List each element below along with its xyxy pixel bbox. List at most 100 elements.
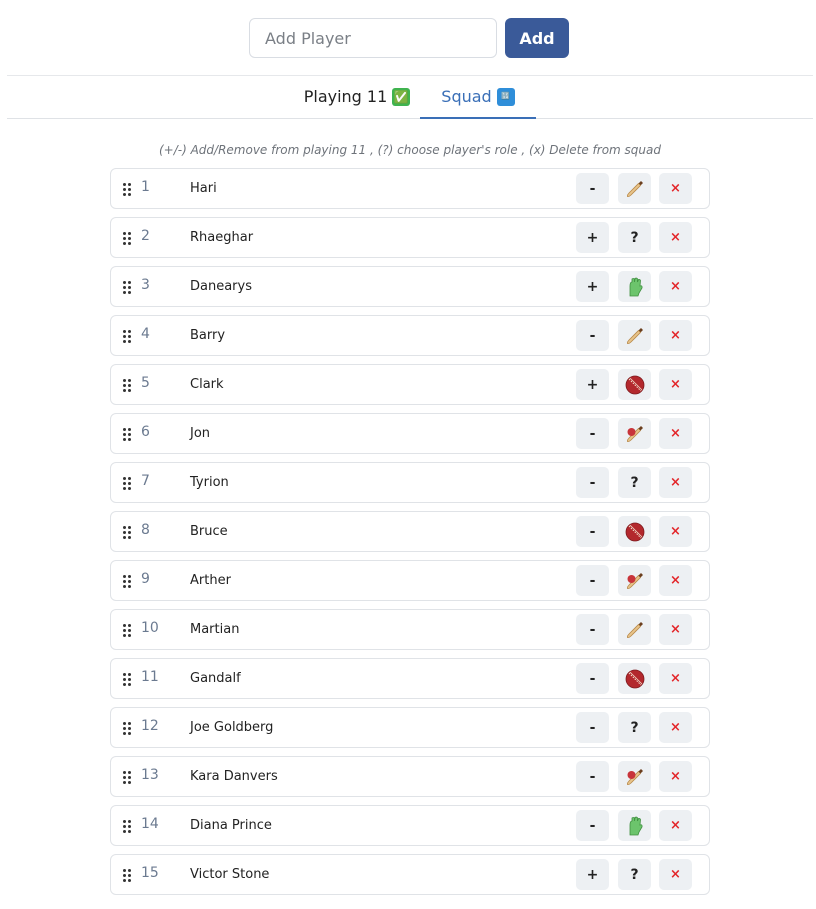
delete-player-button[interactable]: × [659,663,692,694]
drag-handle-icon[interactable] [123,477,131,490]
add-player-input[interactable] [249,18,497,58]
add-to-playing-11-button[interactable]: + [576,271,609,302]
delete-player-button[interactable]: × [659,271,692,302]
choose-role-button[interactable] [618,516,651,547]
remove-from-playing-11-button[interactable]: - [576,418,609,449]
player-name: Hari [190,181,217,196]
player-index: 10 [141,620,159,636]
delete-player-button[interactable]: × [659,712,692,743]
delete-player-button[interactable]: × [659,320,692,351]
drag-handle-icon[interactable] [123,820,131,833]
choose-role-button[interactable]: ? [618,222,651,253]
remove-from-playing-11-button[interactable]: - [576,761,609,792]
remove-from-playing-11-button[interactable]: - [576,467,609,498]
add-to-playing-11-button[interactable]: + [576,222,609,253]
instructions-hint: (+/-) Add/Remove from playing 11 , (?) c… [158,143,661,157]
choose-role-button[interactable] [618,173,651,204]
remove-from-playing-11-button[interactable]: - [576,320,609,351]
drag-handle-icon[interactable] [123,232,131,245]
player-row[interactable]: 11 Gandalf - × [110,658,710,699]
drag-handle-icon[interactable] [123,771,131,784]
player-row[interactable]: 4 Barry - × [110,315,710,356]
drag-handle-icon[interactable] [123,183,131,196]
player-index: 12 [141,718,159,734]
player-row[interactable]: 12 Joe Goldberg -? × [110,707,710,748]
delete-player-button[interactable]: × [659,222,692,253]
player-index: 15 [141,865,159,881]
drag-handle-icon[interactable] [123,722,131,735]
player-name: Bruce [190,524,228,539]
add-to-playing-11-button[interactable]: + [576,859,609,890]
player-row[interactable]: 2 Rhaeghar +? × [110,217,710,258]
player-name: Kara Danvers [190,769,278,784]
drag-handle-icon[interactable] [123,673,131,686]
player-row[interactable]: 15 Victor Stone +? × [110,854,710,895]
choose-role-button[interactable]: ? [618,467,651,498]
tab-squad[interactable]: Squad 🔢 [420,76,536,119]
ball-icon [624,521,646,543]
player-row[interactable]: 9 Arther - × [110,560,710,601]
player-row[interactable]: 5 Clark + × [110,364,710,405]
remove-from-playing-11-button[interactable]: - [576,712,609,743]
choose-role-button[interactable] [618,369,651,400]
delete-player-button[interactable]: × [659,614,692,645]
choose-role-button[interactable] [618,320,651,351]
player-name: Clark [190,377,224,392]
player-index: 11 [141,669,159,685]
drag-handle-icon[interactable] [123,428,131,441]
choose-role-button[interactable] [618,271,651,302]
delete-player-button[interactable]: × [659,516,692,547]
remove-from-playing-11-button[interactable]: - [576,810,609,841]
player-index: 7 [141,473,150,489]
choose-role-button[interactable] [618,614,651,645]
drag-handle-icon[interactable] [123,575,131,588]
player-row[interactable]: 3 Danearys + × [110,266,710,307]
delete-player-button[interactable]: × [659,761,692,792]
player-name: Tyrion [190,475,229,490]
player-row[interactable]: 6 Jon - × [110,413,710,454]
drag-handle-icon[interactable] [123,330,131,343]
remove-from-playing-11-button[interactable]: - [576,173,609,204]
add-player-bar: Add [249,18,569,58]
allrounder-icon [624,570,646,592]
player-row[interactable]: 14 Diana Prince - × [110,805,710,846]
choose-role-button[interactable] [618,761,651,792]
add-player-button[interactable]: Add [505,18,569,58]
player-name: Diana Prince [190,818,272,833]
delete-player-button[interactable]: × [659,173,692,204]
player-row[interactable]: 7 Tyrion -? × [110,462,710,503]
delete-player-button[interactable]: × [659,467,692,498]
choose-role-button[interactable] [618,418,651,449]
choose-role-button[interactable] [618,810,651,841]
player-name: Joe Goldberg [190,720,274,735]
drag-handle-icon[interactable] [123,379,131,392]
remove-from-playing-11-button[interactable]: - [576,663,609,694]
delete-player-button[interactable]: × [659,810,692,841]
choose-role-button[interactable] [618,663,651,694]
remove-from-playing-11-button[interactable]: - [576,614,609,645]
drag-handle-icon[interactable] [123,281,131,294]
squad-list: 1 Hari - × 2 Rhaeghar +? × 3 Danearys + × 4 Barry - × 5 C… [110,168,710,903]
choose-role-button[interactable]: ? [618,859,651,890]
player-name: Rhaeghar [190,230,254,245]
drag-handle-icon[interactable] [123,869,131,882]
player-row[interactable]: 8 Bruce - × [110,511,710,552]
choose-role-button[interactable] [618,565,651,596]
tab-playing-11[interactable]: Playing 11 ✅ [287,76,427,117]
gloves-icon [624,276,646,298]
player-index: 3 [141,277,150,293]
delete-player-button[interactable]: × [659,565,692,596]
add-to-playing-11-button[interactable]: + [576,369,609,400]
remove-from-playing-11-button[interactable]: - [576,516,609,547]
player-row[interactable]: 10 Martian - × [110,609,710,650]
delete-player-button[interactable]: × [659,859,692,890]
drag-handle-icon[interactable] [123,526,131,539]
delete-player-button[interactable]: × [659,369,692,400]
player-row[interactable]: 13 Kara Danvers - × [110,756,710,797]
remove-from-playing-11-button[interactable]: - [576,565,609,596]
ball-icon [624,374,646,396]
delete-player-button[interactable]: × [659,418,692,449]
choose-role-button[interactable]: ? [618,712,651,743]
player-row[interactable]: 1 Hari - × [110,168,710,209]
drag-handle-icon[interactable] [123,624,131,637]
